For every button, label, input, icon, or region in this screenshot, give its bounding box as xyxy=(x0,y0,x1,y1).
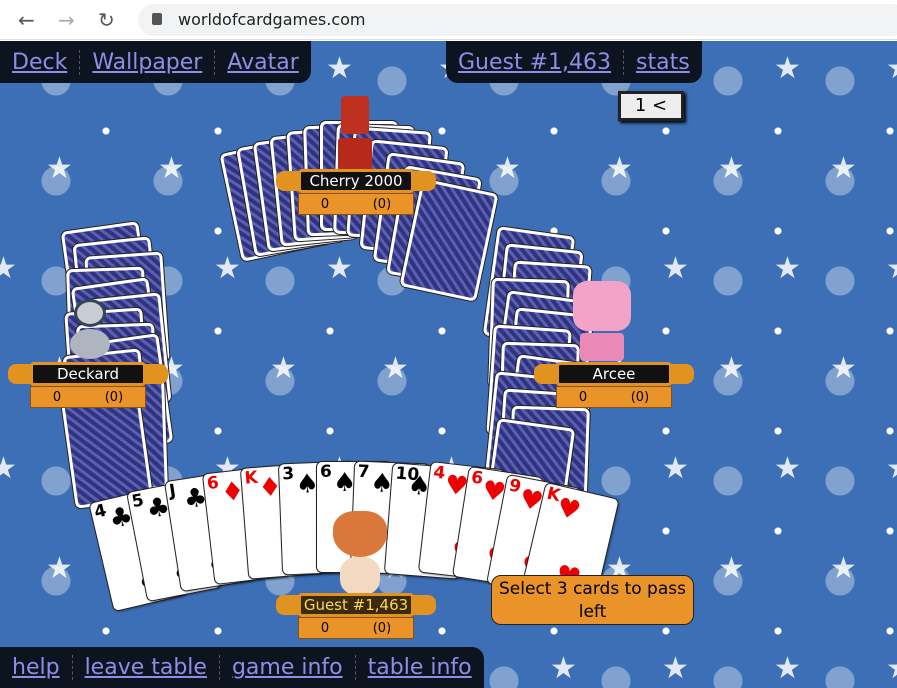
anchor-star-icon: ★ xyxy=(382,351,409,386)
anchor-star-icon: ★ xyxy=(718,151,745,186)
forward-arrow-icon[interactable]: → xyxy=(58,8,75,32)
anchor-star-icon: ★ xyxy=(718,551,745,586)
anchor-star-icon: ★ xyxy=(886,651,897,686)
anchor-star-icon: ★ xyxy=(662,451,689,486)
anchor-star-icon: ★ xyxy=(326,251,353,286)
player-score: 0 xyxy=(320,196,330,212)
card-rank: 4 xyxy=(432,462,447,484)
anchor-star-icon: ★ xyxy=(774,451,801,486)
fox-avatar xyxy=(330,511,390,597)
cherry-robot-avatar xyxy=(338,96,372,174)
address-bar[interactable]: worldofcardgames.com xyxy=(138,4,897,36)
lock-icon xyxy=(152,13,162,25)
game-table: ★★★★★★★★★★★★★★★★★★★★★★★★★★★★★★★★★★★★★★★★… xyxy=(0,41,897,688)
help-link[interactable]: help xyxy=(0,655,73,680)
game-info-link[interactable]: game info xyxy=(220,655,356,680)
top-right-menu: Guest #1,463 stats xyxy=(446,41,702,83)
anchor-star-icon: ★ xyxy=(830,551,857,586)
player-name: Deckard xyxy=(30,362,146,386)
leave-table-link[interactable]: leave table xyxy=(73,655,220,680)
anchor-star-icon: ★ xyxy=(886,51,897,86)
url-text: worldofcardgames.com xyxy=(178,10,366,29)
card-rank: 6 xyxy=(205,473,220,495)
top-left-menu: Deck Wallpaper Avatar xyxy=(0,41,311,83)
back-arrow-icon[interactable]: ← xyxy=(18,8,35,32)
anchor-star-icon: ★ xyxy=(214,251,241,286)
player-plate-top: Cherry 2000 0 (0) xyxy=(276,169,436,219)
player-plate-right: Arcee 0 (0) xyxy=(534,362,694,412)
anchor-star-icon: ★ xyxy=(662,651,689,686)
anchor-star-icon: ★ xyxy=(606,151,633,186)
anchor-star-icon: ★ xyxy=(494,151,521,186)
anchor-star-icon: ★ xyxy=(886,251,897,286)
anchor-star-icon: ★ xyxy=(774,251,801,286)
round-indicator-button[interactable]: 1 < xyxy=(618,91,684,121)
player-plate-me: Guest #1,463 0 (0) xyxy=(276,593,436,643)
anchor-star-icon: ★ xyxy=(718,351,745,386)
anchor-star-icon: ★ xyxy=(46,151,73,186)
card-rank: 3 xyxy=(281,463,295,485)
player-score: 0 xyxy=(52,389,62,405)
anchor-star-icon: ★ xyxy=(0,251,17,286)
browser-toolbar: ← → ↻ worldofcardgames.com xyxy=(0,0,897,40)
anchor-star-icon: ★ xyxy=(662,251,689,286)
anchor-star-icon: ★ xyxy=(774,651,801,686)
card-rank: 6 xyxy=(320,462,332,482)
player-round-score: (0) xyxy=(372,196,392,212)
player-name: Arcee xyxy=(556,362,672,386)
player-plate-left: Deckard 0 (0) xyxy=(8,362,168,412)
anchor-star-icon: ★ xyxy=(158,151,185,186)
deck-link[interactable]: Deck xyxy=(0,49,81,75)
card-rank: K xyxy=(243,467,259,489)
table-info-link[interactable]: table info xyxy=(356,655,484,680)
arcee-robot-avatar xyxy=(562,281,642,361)
stats-link[interactable]: stats xyxy=(624,50,702,75)
anchor-star-icon: ★ xyxy=(46,551,73,586)
card-rank: 7 xyxy=(357,461,370,483)
card-suit: ♥ xyxy=(553,492,584,528)
player-round-score: (0) xyxy=(372,620,392,636)
pass-instruction-message: Select 3 cards to pass left xyxy=(491,575,694,625)
player-name: Guest #1,463 xyxy=(298,593,414,617)
anchor-star-icon: ★ xyxy=(830,151,857,186)
player-round-score: (0) xyxy=(104,389,124,405)
anchor-star-icon: ★ xyxy=(886,451,897,486)
player-name: Cherry 2000 xyxy=(298,169,414,193)
bottom-menu: help leave table game info table info xyxy=(0,647,484,688)
player-score: 0 xyxy=(578,389,588,405)
anchor-star-icon: ★ xyxy=(0,451,17,486)
reload-icon[interactable]: ↻ xyxy=(98,8,115,32)
anchor-star-icon: ★ xyxy=(774,51,801,86)
anchor-star-icon: ★ xyxy=(550,651,577,686)
deckard-robot-avatar xyxy=(68,299,112,361)
avatar-link[interactable]: Avatar xyxy=(215,50,310,75)
anchor-star-icon: ★ xyxy=(270,351,297,386)
card-rank: 5 xyxy=(130,489,146,512)
profile-link[interactable]: Guest #1,463 xyxy=(446,49,625,75)
player-score: 0 xyxy=(320,620,330,636)
anchor-star-icon: ★ xyxy=(326,51,353,86)
card-rank: J xyxy=(167,481,178,503)
anchor-star-icon: ★ xyxy=(830,351,857,386)
player-round-score: (0) xyxy=(630,389,650,405)
wallpaper-link[interactable]: Wallpaper xyxy=(80,49,216,75)
